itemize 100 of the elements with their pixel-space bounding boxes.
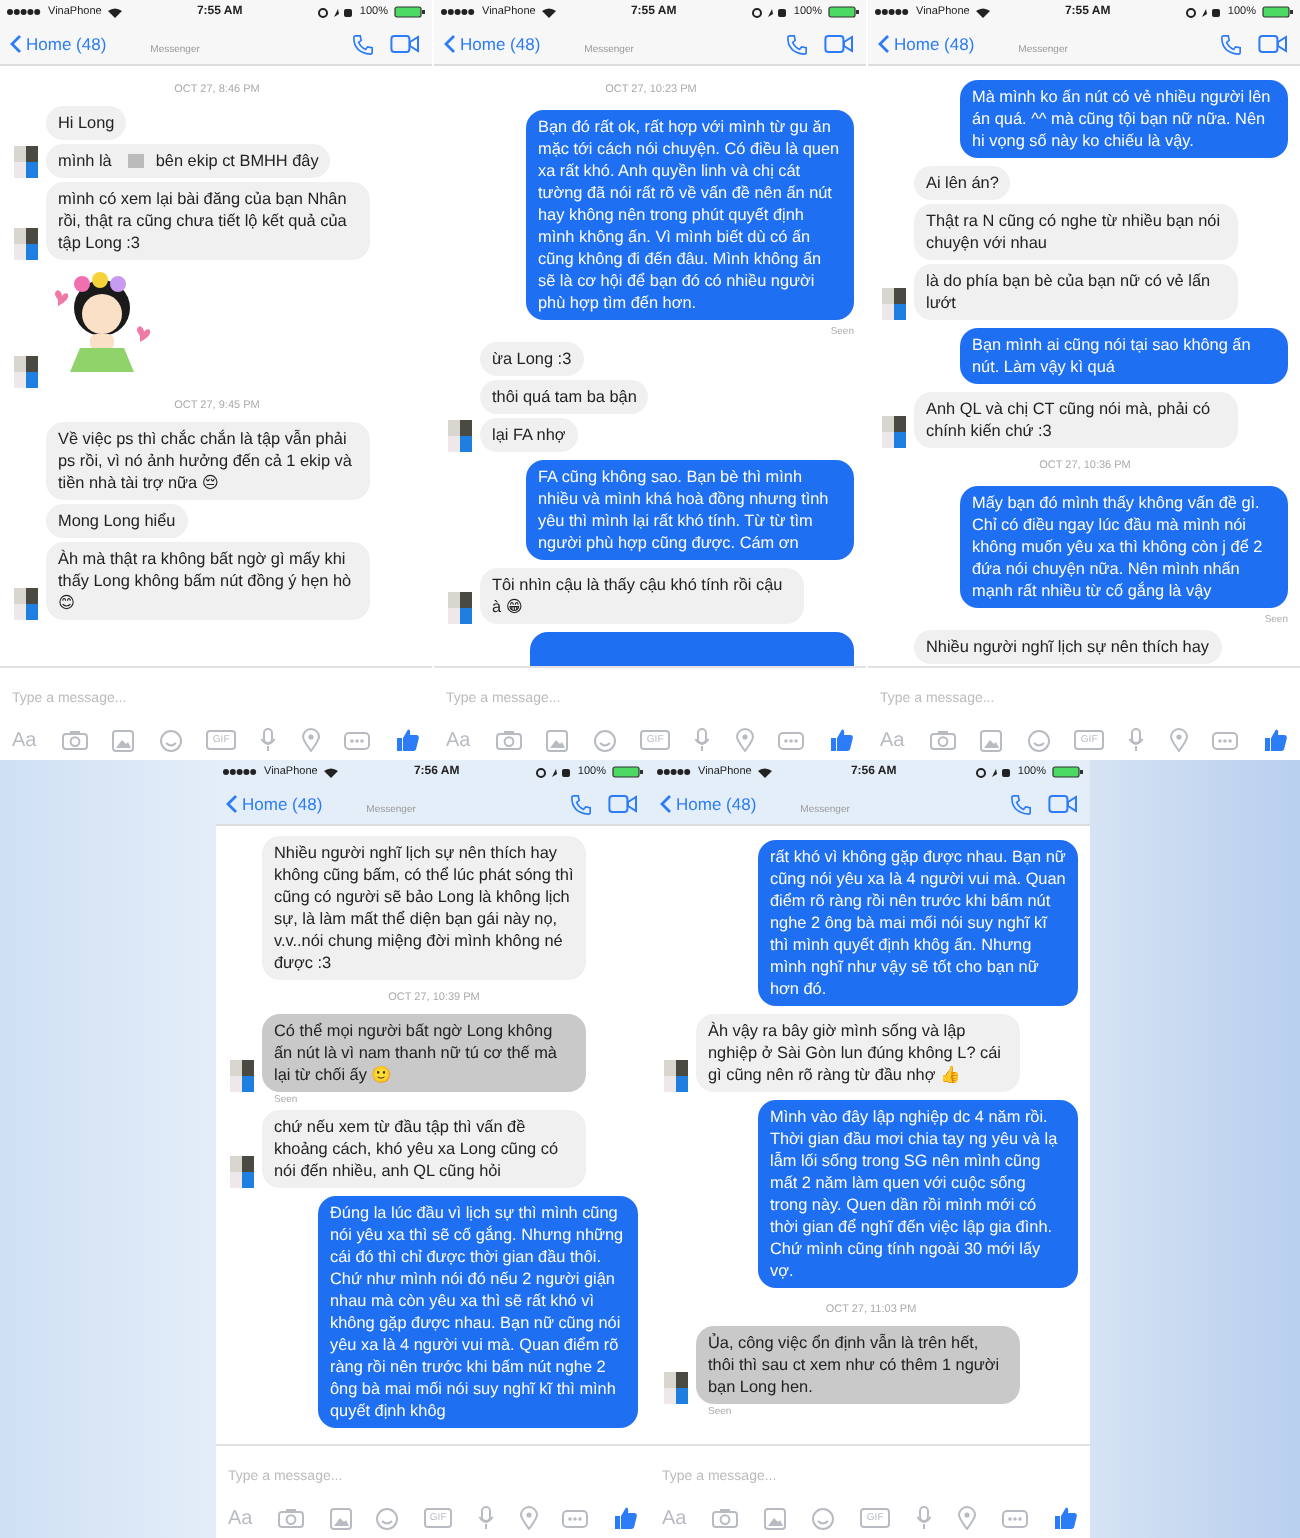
emoji-icon[interactable] [812,1507,835,1529]
thumbs-up-icon[interactable] [829,728,854,752]
back-icon[interactable] [660,794,672,814]
more-icon[interactable] [344,731,371,749]
signal-icon [656,768,692,776]
thumbs-up-icon[interactable] [1263,728,1288,752]
text-button[interactable]: Aa [12,729,37,751]
phone-icon[interactable] [1010,793,1032,815]
received-message: mình là bên ekip ct BMHH đây [46,144,331,178]
sent-message: Đúng la lúc đầu vì lịch sự thì mình cũng nói yêu xa thì sẽ cố gắng. Nhưng những cái đó thì chỉ được thời gian đầu thôi. Chứ như mình nói đó nếu 2 người giận nhau mà còn yêu xa thì sẽ rất khó vì không gặp được nhau. Bạn nữ cũng nói yêu xa là 4 người vui mà. Quan điểm rõ ràng rồi nên trước khi bấm nút nghe 2 ông bà mai mối nói suy nghĩ kĩ thì mình quyết định khôg [318,1196,638,1428]
received-message: Àh vậy ra bây giờ mình sống và lập nghiệp ở Sài Gòn lun đúng không L? cái gì cũng nên rõ ràng từ đầu nhợ 👍 [696,1014,1020,1092]
signal-icon [222,768,258,776]
sent-message: Mình vào đây lập nghiệp dc 4 năm rồi. Thời gian đầu mơi chia tay ng yêu và lạ lẫm lối sống trong SG nên mình cũng mất 2 năm làm quen với cuộc sống trong này. Quen dần rồi mình mới có thời gian để nghĩ đến việc lập gia đình. Chứ mình cũng tính ngoài 30 mới lấy vợ. [758,1100,1078,1288]
received-message: Nhiều người nghĩ lịch sự nên thích hay [914,630,1221,664]
more-icon[interactable] [778,731,805,749]
video-icon[interactable] [824,34,854,54]
received-message: là do phía bạn bè của bạn nữ có vẻ lấn lướt [914,264,1238,320]
emoji-icon[interactable] [593,729,616,751]
avatar-icon [230,1156,254,1188]
received-message: ừa Long :3 [480,342,584,376]
received-message: lại FA nhợ [480,418,578,452]
location-pin-icon[interactable] [735,728,754,752]
sent-message: Mấy bạn đó mình thấy không vấn đề gì. Chỉ có điều ngay lúc đầu mà mình nói không muốn yêu xa thì không còn j để 2 đứa nói chuyện nữa. Nên mình nhấn mạnh rất nhiều từ cố gắng là vậy [960,486,1288,608]
camera-icon[interactable] [712,1508,739,1528]
avatar-icon [14,588,38,620]
back-button[interactable]: Home (48) [660,794,757,814]
image-icon[interactable] [546,729,569,751]
phone-icon[interactable] [786,33,808,55]
avatar-icon [448,592,472,624]
video-icon[interactable] [1048,794,1078,814]
status-icons [975,767,1012,777]
battery-icon [828,6,860,18]
microphone-icon[interactable] [915,1506,932,1530]
received-message: Có thể mọi người bất ngờ Long không ấn nút là vì nam thanh nữ tú cơ thế mà lại từ chối ấy 🙂 [262,1014,586,1092]
avatar-icon [14,356,38,388]
received-message: Àh mà thật ra không bất ngờ gì mấy khi thấy Long không bấm nút đồng ý hẹn hò 😊 [46,542,370,620]
more-icon[interactable] [1212,731,1239,749]
thumbs-up-icon[interactable] [613,1506,638,1530]
camera-icon[interactable] [61,730,88,750]
location-pin-icon[interactable] [301,728,320,752]
video-icon[interactable] [1258,34,1288,54]
received-message: Nhiều người nghĩ lịch sự nên thích hay không cũng bấm, có thể lúc phát sóng thì cũng có người sẽ bảo Long là không lịch sự, là làm mất thể diện bạn gái này nọ, v.v..nói chung miệng đời mình không né được :3 [262,836,586,980]
text-button[interactable]: Aa [880,729,905,751]
avatar-icon [664,1372,688,1404]
image-icon[interactable] [329,1507,352,1529]
avatar-icon [14,146,38,178]
wifi-icon [107,7,122,17]
wifi-icon [323,767,338,777]
location-pin-icon[interactable] [957,1506,976,1530]
back-button[interactable]: Home (48) [226,794,323,814]
signal-icon [874,8,910,16]
sent-message: Bạn đó rất ok, rất hợp với mình từ gu ăn mặc tới cách nói chuyện. Có điều là quen xa rất khó. Anh quyền linh và chị cát tường đã nói rất rõ về vấn đề nên ấn nút hay không nên trong phút quyết định mình không ấn. Vì mình biết dù có ấn cũng không đi đến đâu. Mình không ấn sẽ là cơ hội để bạn đó có nhiều người phù hợp tìm đến hơn. [526,110,854,320]
phone-icon[interactable] [352,33,374,55]
microphone-icon[interactable] [694,728,711,752]
emoji-icon[interactable] [159,729,182,751]
received-message: Ai lên án? [914,166,1011,200]
emoji-icon[interactable] [376,1507,399,1529]
received-message: Tôi nhìn cậu là thấy cậu khó tính rồi cậu à 😁 [480,568,804,624]
back-button[interactable]: Home (48) [444,34,541,54]
more-icon[interactable] [562,1509,589,1527]
avatar-icon [448,420,472,452]
back-button[interactable]: Home (48) [10,34,107,54]
status-icons [1185,7,1222,17]
camera-icon[interactable] [277,1508,304,1528]
image-icon[interactable] [764,1507,787,1529]
text-button[interactable]: Aa [662,1507,687,1529]
thumbs-up-icon[interactable] [395,728,420,752]
received-message: Ủa, công việc ổn định vẫn là trên hết, thôi thì sau ct xem như có thêm 1 người bạn Long hen. [696,1326,1020,1404]
emoji-icon[interactable] [1027,729,1050,751]
signal-icon [6,8,42,16]
location-pin-icon[interactable] [519,1506,538,1530]
back-icon[interactable] [226,794,238,814]
location-pin-icon[interactable] [1169,728,1188,752]
received-message: mình có xem lại bài đăng của bạn Nhân rồi, thật ra cũng chưa tiết lộ kết quả của tập Long :3 [46,182,370,260]
back-icon[interactable] [444,34,456,54]
camera-icon[interactable] [929,730,956,750]
back-icon[interactable] [878,34,890,54]
video-icon[interactable] [608,794,638,814]
status-icons [751,7,788,17]
back-button[interactable]: Home (48) [878,34,975,54]
battery-icon [612,766,644,778]
video-icon[interactable] [390,34,420,54]
phone-icon[interactable] [570,793,592,815]
image-icon[interactable] [980,729,1003,751]
back-icon[interactable] [10,34,22,54]
status-icons [317,7,354,17]
text-button[interactable]: Aa [228,1507,253,1529]
sent-message: Bạn mình ai cũng nói tại sao không ấn nút. Làm vậy kì quá [960,328,1288,384]
phone-icon[interactable] [1220,33,1242,55]
sent-message: FA cũng không sao. Bạn bè thì mình nhiều và mình khá hoà đồng nhưng tình yêu thì mình lại rất khó tính. Từ từ tìm người phù hợp cũng được. Cám ơn [526,460,854,560]
microphone-icon[interactable] [1128,728,1145,752]
more-icon[interactable] [1001,1509,1028,1527]
image-icon[interactable] [112,729,135,751]
text-button[interactable]: Aa [446,729,471,751]
camera-icon[interactable] [495,730,522,750]
microphone-icon[interactable] [260,728,277,752]
thumbs-up-icon[interactable] [1053,1506,1078,1530]
avatar-icon [664,1060,688,1092]
sent-message: rất khó vì không gặp được nhau. Bạn nữ cũng nói yêu xa là 4 người vui mà. Quan điểm rõ ràng rồi nên trước khi bấm nút nghe 2 ông bà mai mối nói suy nghĩ kĩ thì mình quyết định khôg ấn. Nhưng mình nghĩ như vậy sẽ tốt cho bạn nữ hơn đó. [758,840,1078,1006]
microphone-icon[interactable] [477,1506,494,1530]
